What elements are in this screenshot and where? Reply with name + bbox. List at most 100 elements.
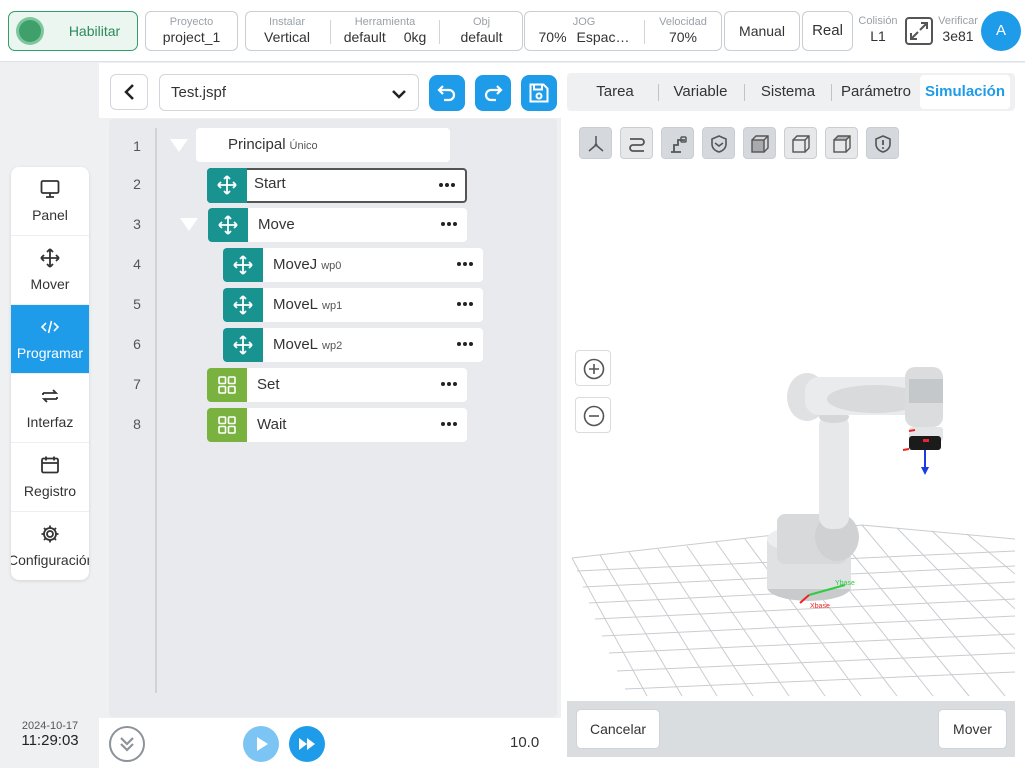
enable-button[interactable]: Habilitar	[8, 11, 138, 51]
move-arrows-icon	[40, 248, 60, 268]
sidebar-nav: Panel Mover Programar Interfaz Registro …	[11, 167, 89, 580]
project-value: project_1	[162, 29, 221, 45]
sidebar-item-label: Panel	[32, 207, 68, 223]
save-button[interactable]	[521, 75, 557, 111]
top-view-button[interactable]	[825, 127, 858, 159]
undo-button[interactable]	[429, 75, 465, 111]
manual-mode-button[interactable]: Manual	[724, 11, 800, 51]
jog-speed-group[interactable]: JOG 70% Espac… Velocidad 70%	[524, 11, 722, 51]
sidebar-item-panel[interactable]: Panel	[11, 167, 89, 236]
tree-node-set[interactable]: Set	[207, 368, 467, 402]
move-arrows-icon	[233, 335, 253, 355]
tree-node-movel-2[interactable]: MoveL wp2	[223, 328, 483, 362]
grid-icon	[218, 376, 236, 394]
tree-node-move[interactable]: Move	[208, 208, 467, 242]
shield-view-button[interactable]	[702, 127, 735, 159]
more-icon[interactable]	[441, 222, 457, 226]
real-mode-button[interactable]: Real	[802, 11, 853, 51]
collapse-triangle-icon[interactable]	[170, 139, 188, 152]
obj-label: Obj	[472, 16, 491, 28]
verify-indicator[interactable]: Verificar 3e81	[934, 11, 982, 49]
collapse-triangle-icon[interactable]	[180, 218, 198, 231]
front-view-button[interactable]	[743, 127, 776, 159]
robot-view-button[interactable]	[661, 127, 694, 159]
tab-parameter[interactable]: Parámetro	[832, 73, 920, 111]
expand-icon[interactable]	[905, 17, 933, 45]
zoom-in-button[interactable]	[575, 350, 611, 386]
save-icon	[529, 83, 549, 103]
zoom-out-button[interactable]	[575, 397, 611, 433]
trajectory-button[interactable]	[620, 127, 653, 159]
collapse-all-button[interactable]	[109, 726, 145, 762]
node-title: Principal	[228, 136, 286, 153]
right-tab-bar: Tarea Variable Sistema Parámetro Simulac…	[567, 73, 1015, 111]
tree-node-movej[interactable]: MoveJ wp0	[223, 248, 483, 282]
robot-arm	[767, 367, 943, 601]
more-icon[interactable]	[439, 183, 455, 187]
tree-node-wait[interactable]: Wait	[207, 408, 467, 442]
sidebar-item-program[interactable]: Programar	[11, 305, 89, 374]
more-icon[interactable]	[441, 382, 457, 386]
cancel-button[interactable]: Cancelar	[576, 709, 660, 749]
line-number: 3	[133, 216, 141, 232]
tab-variable[interactable]: Variable	[659, 73, 742, 111]
file-name: Test.jspf	[171, 84, 227, 101]
line-number: 7	[133, 376, 141, 392]
back-button[interactable]	[110, 74, 148, 110]
time-text: 11:29:03	[21, 732, 79, 749]
move-button[interactable]: Mover	[938, 709, 1007, 749]
fast-forward-icon	[299, 738, 315, 750]
sidebar-item-interface[interactable]: Interfaz	[11, 374, 89, 443]
more-icon[interactable]	[457, 302, 473, 306]
tab-task[interactable]: Tarea	[572, 73, 658, 111]
x-base-label: Xbase	[810, 603, 830, 610]
collision-indicator[interactable]: Colisión L1	[855, 11, 901, 49]
jog-percent: 70%	[538, 29, 567, 45]
more-icon[interactable]	[457, 342, 473, 346]
project-selector[interactable]: Proyecto project_1	[145, 11, 238, 51]
node-icon-box	[207, 368, 247, 402]
node-title: MoveL	[273, 336, 319, 353]
verify-value: 3e81	[942, 28, 974, 44]
avatar[interactable]: A	[981, 11, 1021, 51]
node-title: Start	[254, 175, 286, 192]
line-number: 8	[133, 416, 141, 432]
tab-system[interactable]: Sistema	[745, 73, 831, 111]
node-title: Set	[257, 376, 280, 393]
power-status-icon	[19, 20, 41, 42]
play-icon	[257, 737, 268, 751]
project-label: Proyecto	[169, 16, 214, 28]
tab-simulation[interactable]: Simulación	[920, 75, 1010, 109]
simulation-viewport[interactable]: Ybase Xbase	[567, 119, 1015, 701]
safety-zone-button[interactable]	[866, 127, 899, 159]
shield-icon	[711, 135, 727, 153]
tree-node-movel-1[interactable]: MoveL wp1	[223, 288, 483, 322]
tree-node-start[interactable]: Start	[207, 168, 467, 203]
line-number: 5	[133, 296, 141, 312]
play-button[interactable]	[243, 726, 279, 762]
sidebar-item-log[interactable]: Registro	[11, 443, 89, 512]
tool-load: 0kg	[403, 29, 427, 45]
sidebar-item-label: Registro	[23, 483, 77, 499]
view-axes-button[interactable]	[579, 127, 612, 159]
node-title: MoveL	[273, 296, 319, 313]
divider	[439, 20, 440, 44]
node-sub: Único	[289, 140, 318, 152]
more-icon[interactable]	[457, 262, 473, 266]
redo-button[interactable]	[475, 75, 511, 111]
tree-node-principal[interactable]: Principal Único	[196, 128, 450, 162]
install-tool-obj-group[interactable]: Instalar Vertical Herramienta default 0kg…	[245, 11, 523, 51]
axes-view-icon	[588, 136, 604, 152]
file-selector[interactable]: Test.jspf	[159, 74, 419, 111]
tool-value: default 0kg	[332, 29, 438, 46]
node-label: MoveL wp1	[273, 296, 342, 313]
sidebar-item-move[interactable]: Mover	[11, 236, 89, 305]
more-icon[interactable]	[441, 422, 457, 426]
node-title: Move	[258, 216, 295, 233]
jog-value: 70% Espac…	[525, 29, 643, 46]
node-label: Principal Único	[228, 136, 318, 153]
sidebar-item-settings[interactable]: Configuración	[11, 512, 89, 580]
path-icon	[629, 138, 645, 152]
side-view-button[interactable]	[784, 127, 817, 159]
fast-forward-button[interactable]	[289, 726, 325, 762]
